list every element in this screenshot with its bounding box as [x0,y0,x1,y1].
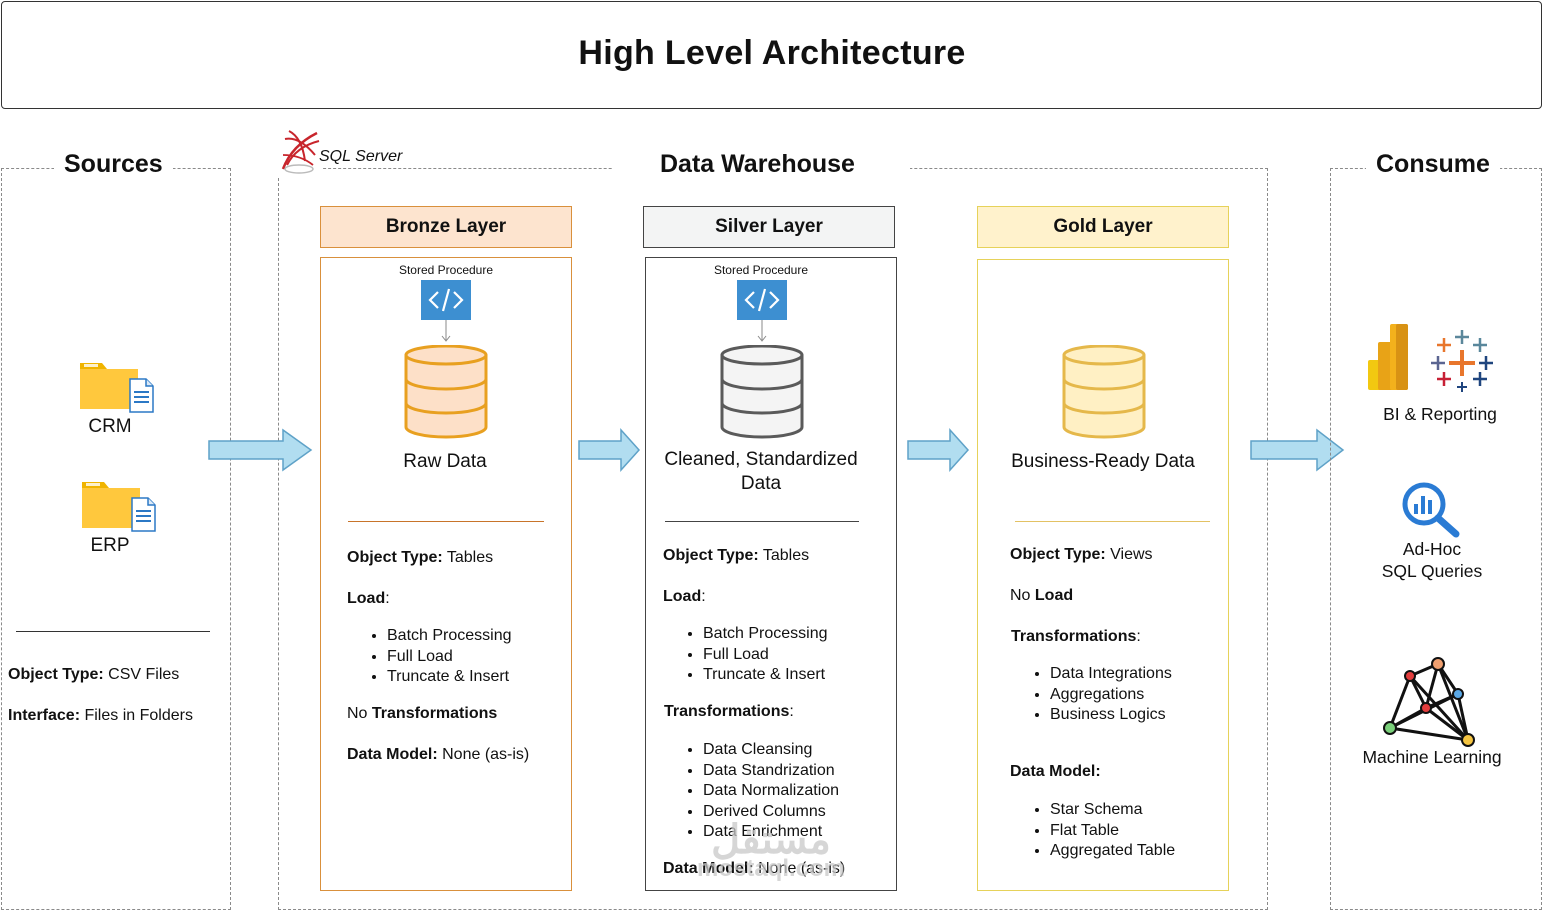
list-item: Flat Table [1050,821,1175,842]
gold-load: No Load [1010,587,1074,604]
consume-label-ml: Machine Learning [1362,747,1502,767]
silver-load-list: Batch Processing Full Load Truncate & In… [663,624,828,686]
bronze-transformations: No Transformations [347,705,498,722]
sources-object-type: Object Type: CSV Files [8,666,180,683]
consume-label-bi: BI & Reporting [1383,404,1497,424]
sources-title: Sources [54,150,173,179]
silver-layer-header: Silver Layer [643,206,895,248]
arrow-silver-to-gold [907,428,971,472]
gold-data-model-heading: Data Model: [1010,763,1101,780]
gold-divider [1015,521,1210,522]
bronze-load-heading: Load: [347,590,390,607]
list-item: Data Normalization [703,781,839,802]
gold-layer-header: Gold Layer [977,206,1229,248]
sql-server-icon [277,123,323,177]
list-item: Data Enrichment [703,822,839,843]
silver-transform-list: Data Cleansing Data Standrization Data N… [663,740,839,843]
gold-database-icon [1062,345,1146,439]
silver-database-icon [720,345,804,439]
crm-folder-file-icon [78,355,162,417]
list-item: Data Standrization [703,761,839,782]
gold-object-type: Object Type: Views [1010,546,1153,563]
silver-stored-procedure-label: Stored Procedure [713,263,809,277]
silver-data-label: Cleaned, Standardized Data [664,449,858,494]
sql-server-label: SQL Server [319,148,403,165]
bronze-data-label: Raw Data [403,451,487,472]
silver-divider [665,521,859,522]
sources-interface: Interface: Files in Folders [8,707,193,724]
page-title: High Level Architecture [578,34,966,72]
bronze-divider [348,521,544,522]
bronze-stored-procedure-label: Stored Procedure [398,263,494,277]
silver-load-heading: Load: [663,588,706,605]
source-label-erp: ERP [90,535,130,556]
list-item: Batch Processing [387,626,512,647]
consume-label-adhoc: Ad-Hoc SQL Queries [1381,539,1483,581]
silver-code-icon [737,280,787,344]
arrow-sources-to-bronze [208,428,314,472]
list-item: Truncate & Insert [387,667,512,688]
bronze-data-model: Data Model: None (as-is) [347,746,530,763]
list-item: Data Cleansing [703,740,839,761]
source-label-crm: CRM [88,416,132,437]
bronze-code-icon [421,280,471,344]
silver-transformations-heading: Transformations: [664,703,794,720]
list-item: Aggregations [1050,685,1172,706]
list-item: Data Integrations [1050,664,1172,685]
arrow-bronze-to-silver [578,428,642,472]
gold-data-label: Business-Ready Data [1011,451,1195,472]
bronze-load-list: Batch Processing Full Load Truncate & In… [347,626,512,688]
list-item: Batch Processing [703,624,828,645]
gold-transform-list: Data Integrations Aggregations Business … [1010,664,1172,726]
consume-title: Consume [1366,150,1500,179]
silver-object-type: Object Type: Tables [663,547,810,564]
sources-divider [16,631,210,632]
warehouse-title: Data Warehouse [650,150,865,179]
list-item: Business Logics [1050,705,1172,726]
list-item: Derived Columns [703,802,839,823]
bronze-object-type: Object Type: Tables [347,549,494,566]
powerbi-tableau-icon [1366,322,1500,392]
silver-data-model: Data Model: None (as-is) [663,860,846,877]
erp-folder-file-icon [80,474,164,536]
list-item: Aggregated Table [1050,841,1175,862]
list-item: Full Load [387,647,512,668]
bronze-layer-header: Bronze Layer [320,206,572,248]
gold-transformations-heading: Transformations: [1011,628,1141,645]
gold-data-model-list: Star Schema Flat Table Aggregated Table [1010,800,1175,862]
network-graph-icon [1380,654,1480,750]
list-item: Full Load [703,645,828,666]
list-item: Truncate & Insert [703,665,828,686]
list-item: Star Schema [1050,800,1175,821]
analytics-search-icon [1400,480,1464,538]
bronze-database-icon [404,345,488,439]
